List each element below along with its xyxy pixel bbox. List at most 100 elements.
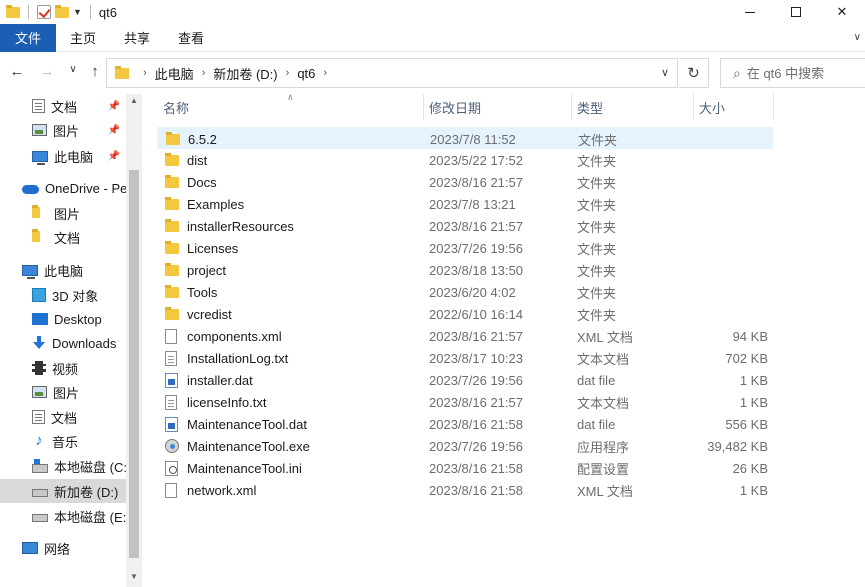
close-button[interactable]: ✕ bbox=[819, 0, 865, 24]
sidebar-scrollbar[interactable]: ▲ ▼ bbox=[126, 94, 142, 587]
sidebar-item-pictures[interactable]: 图片 bbox=[0, 380, 126, 404]
chevron-right-icon[interactable]: › bbox=[323, 67, 327, 79]
file-row[interactable]: InstallationLog.txt 2023/8/17 10:23 文本文档… bbox=[157, 347, 773, 369]
file-row[interactable]: licenseInfo.txt 2023/8/16 21:57 文本文档 1 K… bbox=[157, 391, 773, 413]
breadcrumb-drive-d[interactable]: 新加卷 (D:) bbox=[213, 64, 277, 83]
windows-drive-icon bbox=[32, 458, 48, 473]
sidebar-item-desktop[interactable]: Desktop bbox=[0, 307, 126, 331]
file-row[interactable]: Tools 2023/6/20 4:02 文件夹 bbox=[157, 281, 773, 303]
folder-icon[interactable] bbox=[6, 4, 20, 18]
file-row[interactable]: network.xml 2023/8/16 21:58 XML 文档 1 KB bbox=[157, 479, 773, 501]
dat-file-icon bbox=[165, 416, 178, 432]
music-icon: ♪ bbox=[35, 432, 43, 449]
folder-icon bbox=[165, 262, 179, 276]
new-folder-icon[interactable] bbox=[55, 4, 69, 18]
column-header-name[interactable]: 名称 ∧ bbox=[157, 92, 423, 120]
sidebar-item-label: 本地磁盘 (C:) bbox=[54, 459, 126, 475]
separator bbox=[89, 5, 91, 19]
address-dropdown-icon[interactable]: ∨ bbox=[661, 66, 669, 79]
address-bar[interactable]: › 此电脑 › 新加卷 (D:) › qt6 › ∨ bbox=[106, 58, 678, 88]
sidebar-item-quick-documents[interactable]: 文档 📌 bbox=[0, 94, 126, 118]
sidebar-item-quick-pictures[interactable]: 图片 📌 bbox=[0, 118, 126, 142]
sidebar-item-label: 文档 bbox=[51, 410, 78, 426]
sidebar-item-music[interactable]: ♪ 音乐 bbox=[0, 429, 126, 453]
scrollbar-thumb[interactable] bbox=[129, 170, 139, 558]
search-box[interactable]: ⌕ bbox=[720, 58, 865, 88]
column-headers: 名称 ∧ 修改日期 类型 大小 bbox=[157, 92, 777, 120]
folder-icon bbox=[165, 218, 179, 232]
file-row[interactable]: components.xml 2023/8/16 21:57 XML 文档 94… bbox=[157, 325, 773, 347]
sidebar-item-label: 新加卷 (D:) bbox=[54, 484, 119, 500]
up-button[interactable]: ↑ bbox=[84, 63, 106, 80]
sidebar-item-label: 视频 bbox=[52, 361, 79, 377]
sidebar-item-onedrive-documents[interactable]: 文档 bbox=[0, 225, 126, 249]
sidebar-item-downloads[interactable]: Downloads bbox=[0, 331, 126, 355]
tab-home[interactable]: 主页 bbox=[56, 24, 110, 52]
chevron-right-icon[interactable]: › bbox=[286, 67, 290, 79]
file-row[interactable]: installerResources 2023/8/16 21:57 文件夹 bbox=[157, 215, 773, 237]
chevron-right-icon[interactable]: › bbox=[143, 67, 147, 79]
file-row[interactable]: Licenses 2023/7/26 19:56 文件夹 bbox=[157, 237, 773, 259]
folder-icon bbox=[165, 284, 179, 298]
sort-ascending-icon: ∧ bbox=[287, 92, 294, 102]
file-row[interactable]: Examples 2023/7/8 13:21 文件夹 bbox=[157, 193, 773, 215]
chevron-right-icon[interactable]: › bbox=[202, 67, 206, 79]
sidebar-item-label: 文档 bbox=[54, 230, 81, 246]
folder-icon bbox=[165, 306, 179, 320]
file-row[interactable]: project 2023/8/18 13:50 文件夹 bbox=[157, 259, 773, 281]
tab-file[interactable]: 文件 bbox=[0, 23, 56, 52]
recent-locations-button[interactable]: ∨ bbox=[62, 64, 84, 75]
sidebar-item-label: 此电脑 bbox=[54, 149, 94, 165]
column-header-date[interactable]: 修改日期 bbox=[423, 94, 571, 120]
file-row[interactable]: MaintenanceTool.ini 2023/8/16 21:58 配置设置… bbox=[157, 457, 773, 479]
tab-view[interactable]: 查看 bbox=[164, 24, 218, 52]
download-icon bbox=[32, 336, 46, 350]
sidebar-item-network[interactable]: 网络 bbox=[0, 536, 126, 560]
customize-toolbar-arrow-icon[interactable]: ▼ bbox=[73, 7, 82, 17]
breadcrumb-qt6[interactable]: qt6 bbox=[297, 66, 315, 81]
file-row[interactable]: installer.dat 2023/7/26 19:56 dat file 1… bbox=[157, 369, 773, 391]
column-header-type[interactable]: 类型 bbox=[571, 94, 693, 120]
file-row[interactable]: 6.5.2 2023/7/8 11:52 文件夹 bbox=[157, 127, 773, 149]
folder-icon bbox=[165, 196, 179, 210]
file-row[interactable]: vcredist 2022/6/10 16:14 文件夹 bbox=[157, 303, 773, 325]
sidebar-item-quick-this-pc[interactable]: 此电脑 📌 bbox=[0, 144, 126, 168]
scroll-up-icon[interactable]: ▲ bbox=[126, 96, 142, 105]
minimize-button[interactable] bbox=[727, 0, 773, 24]
file-row[interactable]: Docs 2023/8/16 21:57 文件夹 bbox=[157, 171, 773, 193]
sidebar-item-drive-e[interactable]: 本地磁盘 (E:) bbox=[0, 504, 126, 528]
search-input[interactable] bbox=[740, 65, 851, 81]
sidebar-item-this-pc[interactable]: 此电脑 bbox=[0, 258, 126, 282]
search-icon: ⌕ bbox=[733, 64, 741, 81]
navigation-bar: ← → ∨ ↑ › 此电脑 › 新加卷 (D:) › qt6 › ∨ ↻ ⌕ bbox=[0, 52, 865, 94]
file-row[interactable]: MaintenanceTool.exe 2023/7/26 19:56 应用程序… bbox=[157, 435, 773, 457]
forward-button[interactable]: → bbox=[36, 63, 58, 80]
maximize-button[interactable] bbox=[773, 0, 819, 24]
breadcrumb-this-pc[interactable]: 此电脑 bbox=[155, 64, 194, 83]
expand-ribbon-icon[interactable]: ∨ bbox=[854, 32, 861, 43]
column-divider[interactable] bbox=[773, 94, 774, 120]
sidebar-item-label: 此电脑 bbox=[44, 263, 84, 279]
sidebar-item-videos[interactable]: 视频 bbox=[0, 356, 126, 380]
pin-icon: 📌 bbox=[107, 124, 120, 136]
sidebar-item-3d-objects[interactable]: 3D 对象 bbox=[0, 283, 126, 307]
quick-access-toolbar: ▼ bbox=[0, 4, 95, 19]
tab-share[interactable]: 共享 bbox=[110, 24, 164, 52]
sidebar-item-drive-c[interactable]: 本地磁盘 (C:) bbox=[0, 454, 126, 478]
document-icon bbox=[32, 410, 45, 424]
sidebar-item-documents[interactable]: 文档 bbox=[0, 405, 126, 429]
sidebar-item-label: 3D 对象 bbox=[52, 288, 99, 304]
sidebar-item-onedrive[interactable]: OneDrive - Pe bbox=[0, 176, 126, 200]
back-button[interactable]: ← bbox=[6, 63, 28, 80]
sidebar-item-drive-d[interactable]: 新加卷 (D:) bbox=[0, 479, 126, 503]
refresh-button[interactable]: ↻ bbox=[679, 58, 709, 88]
file-row[interactable]: dist 2023/5/22 17:52 文件夹 bbox=[157, 149, 773, 171]
navigation-pane: 文档 📌 图片 📌 此电脑 📌 OneDrive - Pe 图片 文档 此电脑 … bbox=[0, 94, 126, 587]
scroll-down-icon[interactable]: ▼ bbox=[126, 572, 142, 581]
sidebar-item-onedrive-pictures[interactable]: 图片 bbox=[0, 201, 126, 225]
column-header-size[interactable]: 大小 bbox=[693, 94, 773, 120]
file-row[interactable]: MaintenanceTool.dat 2023/8/16 21:58 dat … bbox=[157, 413, 773, 435]
cloud-icon bbox=[22, 185, 39, 194]
properties-icon[interactable] bbox=[37, 5, 51, 19]
computer-icon bbox=[22, 264, 38, 279]
